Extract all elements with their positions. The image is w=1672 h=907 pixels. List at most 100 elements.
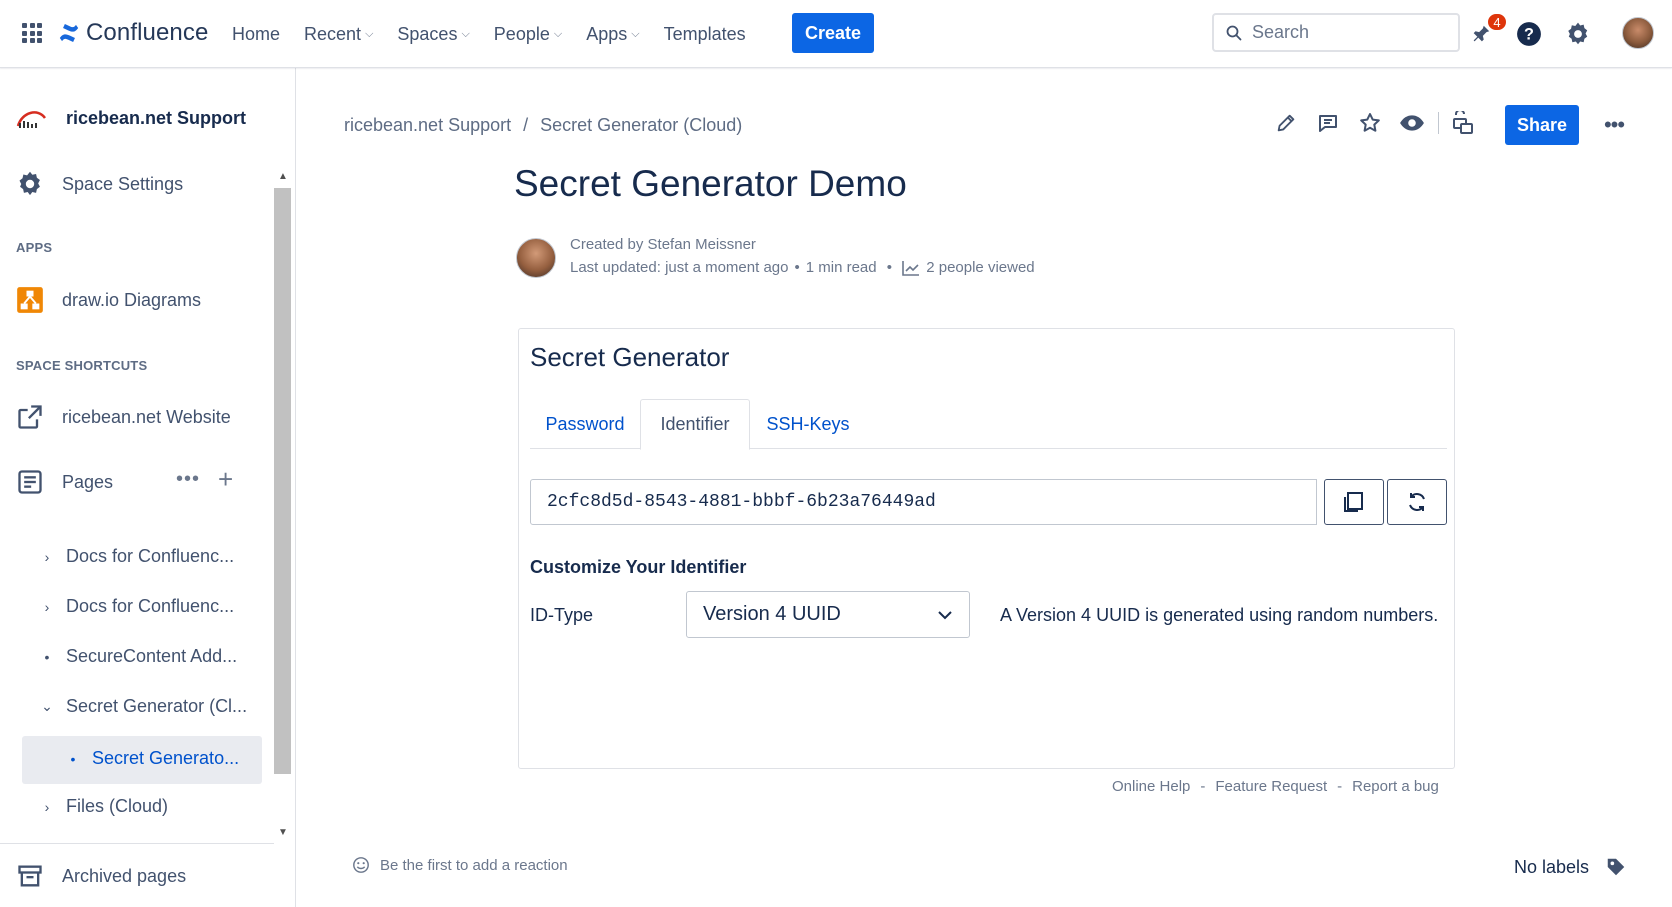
- view-count[interactable]: 2 people viewed: [926, 259, 1034, 276]
- sidebar-item-archived[interactable]: Archived pages: [16, 862, 186, 890]
- regenerate-button[interactable]: [1387, 479, 1447, 525]
- app-switcher-icon[interactable]: [22, 23, 42, 43]
- chevron-right-icon[interactable]: ›: [40, 799, 54, 815]
- meta-separator: •: [882, 259, 897, 276]
- restrictions-icon[interactable]: [1447, 107, 1479, 139]
- sidebar-item-pages[interactable]: Pages: [16, 468, 113, 496]
- analytics-icon: [902, 260, 920, 276]
- more-actions-icon[interactable]: •••: [1598, 110, 1630, 140]
- nav-apps[interactable]: Apps ⌵: [586, 24, 639, 45]
- tree-item-label: Docs for Confluenc...: [66, 596, 235, 616]
- edit-icon[interactable]: [1270, 107, 1302, 139]
- nav-templates[interactable]: Templates: [664, 24, 746, 45]
- sidebar-item-drawio[interactable]: draw.io Diagrams: [16, 286, 201, 314]
- tree-item[interactable]: › Docs for Confluenc...: [40, 596, 234, 617]
- id-type-label: ID-Type: [530, 605, 594, 625]
- author-avatar[interactable]: [516, 238, 556, 278]
- page-title: Secret Generator Demo: [514, 163, 907, 204]
- nav-people[interactable]: People ⌵: [494, 24, 562, 45]
- breadcrumb-space[interactable]: ricebean.net Support: [344, 115, 511, 136]
- id-type-value: Version 4 UUID: [703, 603, 841, 625]
- nav-recent[interactable]: Recent ⌵: [304, 24, 373, 45]
- add-reaction-button[interactable]: Be the first to add a reaction: [352, 856, 568, 874]
- sidebar-item-label: draw.io Diagrams: [62, 289, 202, 310]
- link-separator: -: [1337, 778, 1343, 795]
- pages-icon: [18, 470, 42, 494]
- chevron-down-icon: ⌵: [631, 27, 640, 40]
- identifier-output[interactable]: 2cfc8d5d-8543-4881-bbbf-6b23a76449ad: [530, 479, 1317, 525]
- watch-icon[interactable]: [1396, 107, 1428, 139]
- last-updated[interactable]: Last updated: just a moment ago: [570, 259, 788, 276]
- chevron-right-icon[interactable]: ›: [40, 599, 54, 615]
- add-page-icon[interactable]: +: [218, 464, 233, 495]
- online-help-link[interactable]: Online Help: [1112, 778, 1190, 795]
- scroll-down-arrow[interactable]: ▼: [277, 828, 289, 838]
- link-separator: -: [1200, 778, 1206, 795]
- space-shortcuts-heading: SPACE SHORTCUTS: [16, 358, 148, 373]
- report-bug-link[interactable]: Report a bug: [1352, 778, 1439, 795]
- settings-icon[interactable]: [1563, 19, 1593, 49]
- tree-item[interactable]: • SecureContent Add...: [40, 646, 238, 667]
- created-by[interactable]: Created by Stefan Meissner: [570, 236, 756, 253]
- create-button[interactable]: Create: [792, 13, 874, 53]
- chevron-down-icon[interactable]: ⌄: [40, 698, 54, 715]
- tree-item[interactable]: › Docs for Confluenc...: [40, 546, 234, 567]
- breadcrumb-parent[interactable]: Secret Generator (Cloud): [540, 115, 742, 136]
- chevron-down-icon: ⌵: [553, 27, 563, 40]
- scroll-up-arrow[interactable]: ▲: [277, 172, 289, 182]
- user-avatar[interactable]: [1622, 17, 1654, 49]
- nav-templates-label: Templates: [663, 23, 746, 44]
- actions-divider: [1438, 112, 1439, 134]
- meta-separator: •: [794, 259, 800, 276]
- comment-icon[interactable]: [1312, 107, 1344, 139]
- tab-password[interactable]: Password: [530, 399, 640, 449]
- id-type-select[interactable]: Version 4 UUID: [686, 591, 970, 638]
- page-actions: [1270, 103, 1489, 143]
- tab-ssh-keys[interactable]: SSH-Keys: [750, 399, 866, 449]
- apps-heading: APPS: [16, 240, 53, 255]
- id-type-description: A Version 4 UUID is generated using rand…: [1000, 605, 1439, 625]
- confluence-logo[interactable]: Confluence: [58, 19, 208, 47]
- nav-apps-label: Apps: [586, 23, 628, 44]
- tree-item-label: Secret Generato...: [92, 748, 240, 768]
- search-icon: [1226, 25, 1242, 40]
- feature-request-link[interactable]: Feature Request: [1215, 778, 1327, 795]
- archive-icon: [18, 865, 42, 887]
- tab-identifier[interactable]: Identifier: [640, 399, 750, 450]
- help-icon[interactable]: ?: [1514, 19, 1544, 49]
- search-field[interactable]: [1212, 13, 1460, 52]
- primary-nav: Home Recent ⌵ Spaces ⌵ People ⌵ Apps ⌵ Templ…: [232, 0, 770, 68]
- chevron-right-icon[interactable]: ›: [40, 549, 54, 565]
- customize-heading: Customize Your Identifier: [530, 557, 747, 577]
- chevron-down-icon: ⌵: [461, 27, 470, 40]
- space-name: ricebean.net Support: [66, 107, 247, 128]
- bullet-icon: •: [70, 750, 76, 767]
- secret-generator-macro: Secret Generator Password Identifier SSH…: [518, 328, 1455, 769]
- tree-item-label: Docs for Confluenc...: [66, 546, 235, 566]
- nav-people-label: People: [493, 23, 550, 44]
- tree-item-active[interactable]: • Secret Generato...: [66, 748, 240, 769]
- tree-item[interactable]: ⌄ Secret Generator (Cl...: [40, 696, 247, 717]
- nav-home-label: Home: [232, 23, 281, 44]
- space-header[interactable]: ricebean.net Support: [16, 106, 246, 130]
- breadcrumb: ricebean.net Support / Secret Generator …: [344, 115, 742, 136]
- space-settings-link[interactable]: Space Settings: [16, 170, 183, 198]
- notification-badge: 4: [1486, 12, 1508, 32]
- search-input[interactable]: [1252, 22, 1442, 43]
- share-button[interactable]: Share: [1505, 105, 1579, 145]
- label-icon[interactable]: [1605, 856, 1627, 878]
- more-actions-icon[interactable]: •••: [176, 468, 200, 491]
- sidebar-scrollbar-thumb[interactable]: [274, 188, 291, 774]
- no-labels-text: No labels: [1514, 856, 1590, 877]
- sidebar-item-website[interactable]: ricebean.net Website: [16, 403, 231, 431]
- nav-home[interactable]: Home: [232, 24, 280, 45]
- copy-button[interactable]: [1324, 479, 1384, 525]
- star-icon[interactable]: [1354, 107, 1386, 139]
- macro-title: Secret Generator: [530, 342, 730, 372]
- chevron-down-icon: ⌵: [365, 27, 374, 40]
- bullet-icon: •: [44, 648, 50, 665]
- tree-item[interactable]: › Files (Cloud): [40, 796, 168, 817]
- drawio-icon: [17, 287, 43, 313]
- sidebar: ricebean.net Support Space Settings APPS…: [0, 68, 296, 907]
- nav-spaces[interactable]: Spaces ⌵: [397, 24, 469, 45]
